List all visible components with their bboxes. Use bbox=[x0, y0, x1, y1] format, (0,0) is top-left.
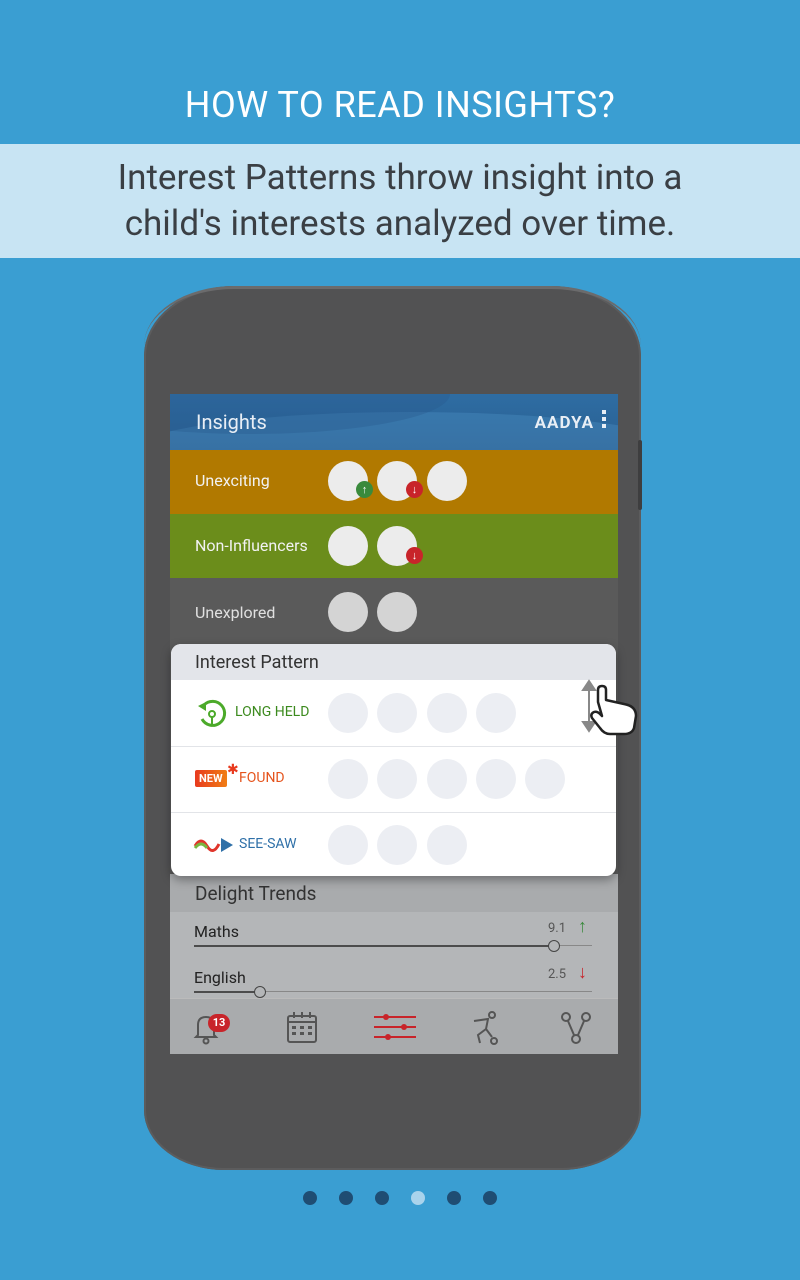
subject-name: English bbox=[194, 968, 246, 987]
page-dot[interactable] bbox=[375, 1191, 389, 1205]
delight-trends-header: Delight Trends bbox=[170, 874, 618, 912]
overflow-menu-icon[interactable] bbox=[602, 410, 606, 431]
subtitle-line-2: child's interests analyzed over time. bbox=[124, 203, 676, 244]
subject-slider-thumb[interactable] bbox=[254, 986, 266, 998]
long-held-icon bbox=[195, 697, 229, 731]
interest-pattern-header: Interest Pattern bbox=[171, 644, 616, 680]
hand-scroll-icon bbox=[578, 678, 642, 736]
pattern-row-long-held[interactable]: LONG HELD bbox=[171, 680, 616, 747]
category-row-unexciting[interactable]: Unexciting ↑ ↓ bbox=[170, 450, 618, 514]
pattern-label: SEE-SAW bbox=[239, 836, 297, 852]
pattern-circle[interactable] bbox=[427, 759, 467, 799]
interest-circle[interactable] bbox=[328, 592, 368, 632]
pattern-row-found[interactable]: NEW ✱ FOUND bbox=[171, 746, 616, 813]
sports-icon[interactable] bbox=[464, 1007, 504, 1047]
trend-up-icon: ↑ bbox=[578, 916, 587, 937]
pattern-circle[interactable] bbox=[328, 825, 368, 865]
bottom-tab-bar bbox=[170, 998, 618, 1054]
pattern-label: FOUND bbox=[239, 770, 285, 786]
star-icon: ✱ bbox=[227, 762, 239, 778]
page-dot[interactable] bbox=[339, 1191, 353, 1205]
page-dot[interactable] bbox=[303, 1191, 317, 1205]
interest-circle[interactable] bbox=[328, 526, 368, 566]
subject-slider-track bbox=[194, 945, 554, 947]
pattern-circle[interactable] bbox=[427, 825, 467, 865]
pattern-circle[interactable] bbox=[377, 825, 417, 865]
calendar-icon[interactable] bbox=[282, 1007, 322, 1047]
pattern-circle[interactable] bbox=[377, 759, 417, 799]
subject-slider-track bbox=[194, 991, 256, 993]
subject-value: 2.5 bbox=[548, 967, 567, 982]
brand-logo: AADYA bbox=[534, 413, 594, 433]
arrow-down-icon: ↓ bbox=[406, 481, 423, 498]
interest-pattern-card: Interest Pattern LONG HELD NEW ✱ FOUND S… bbox=[171, 644, 616, 876]
subtitle-band: Interest Patterns throw insight into a c… bbox=[0, 144, 800, 258]
pattern-label: LONG HELD bbox=[235, 704, 310, 720]
page-dot[interactable] bbox=[447, 1191, 461, 1205]
category-row-non-influencers[interactable]: Non-Influencers ↓ bbox=[170, 514, 618, 578]
subject-name: Maths bbox=[194, 922, 239, 941]
page-dot-active[interactable] bbox=[411, 1191, 425, 1205]
category-label: Non-Influencers bbox=[195, 536, 308, 555]
pattern-circle[interactable] bbox=[377, 693, 417, 733]
app-title: Insights bbox=[196, 410, 267, 434]
arrow-up-icon: ↑ bbox=[356, 481, 373, 498]
phone-side-button bbox=[638, 440, 642, 510]
pagination-dots bbox=[0, 1191, 800, 1205]
sliders-icon[interactable] bbox=[372, 1007, 418, 1047]
subject-slider-thumb[interactable] bbox=[548, 940, 560, 952]
category-label: Unexplored bbox=[195, 603, 276, 622]
subtitle-line-1: Interest Patterns throw insight into a bbox=[117, 157, 683, 198]
pattern-circle[interactable] bbox=[525, 759, 565, 799]
new-badge: NEW bbox=[195, 770, 227, 787]
arrow-down-icon: ↓ bbox=[406, 547, 423, 564]
pattern-circle[interactable] bbox=[427, 693, 467, 733]
subject-value: 9.1 bbox=[548, 921, 567, 936]
interest-circle[interactable] bbox=[427, 461, 467, 501]
see-saw-icon bbox=[193, 834, 237, 856]
pattern-circle[interactable] bbox=[328, 759, 368, 799]
category-row-unexplored[interactable]: Unexplored bbox=[170, 578, 618, 644]
share-icon[interactable] bbox=[556, 1007, 596, 1047]
pattern-circle[interactable] bbox=[328, 693, 368, 733]
trend-down-icon: ↓ bbox=[578, 962, 587, 983]
app-header: Insights AADYA bbox=[170, 394, 618, 450]
category-label: Unexciting bbox=[195, 471, 270, 490]
delight-trends-list: Maths 9.1 ↑ English 2.5 ↓ bbox=[170, 912, 618, 998]
phone-gloss bbox=[144, 286, 641, 346]
interest-circle[interactable] bbox=[377, 592, 417, 632]
page-dot[interactable] bbox=[483, 1191, 497, 1205]
pattern-circle[interactable] bbox=[476, 693, 516, 733]
delight-trends-title: Delight Trends bbox=[195, 882, 317, 905]
page-subtitle: Interest Patterns throw insight into a c… bbox=[0, 144, 800, 247]
interest-pattern-title: Interest Pattern bbox=[195, 652, 319, 673]
page-title: HOW TO READ INSIGHTS? bbox=[184, 84, 616, 126]
notification-badge: 13 bbox=[208, 1014, 230, 1032]
pattern-circle[interactable] bbox=[476, 759, 516, 799]
pattern-row-see-saw[interactable]: SEE-SAW bbox=[171, 812, 616, 876]
